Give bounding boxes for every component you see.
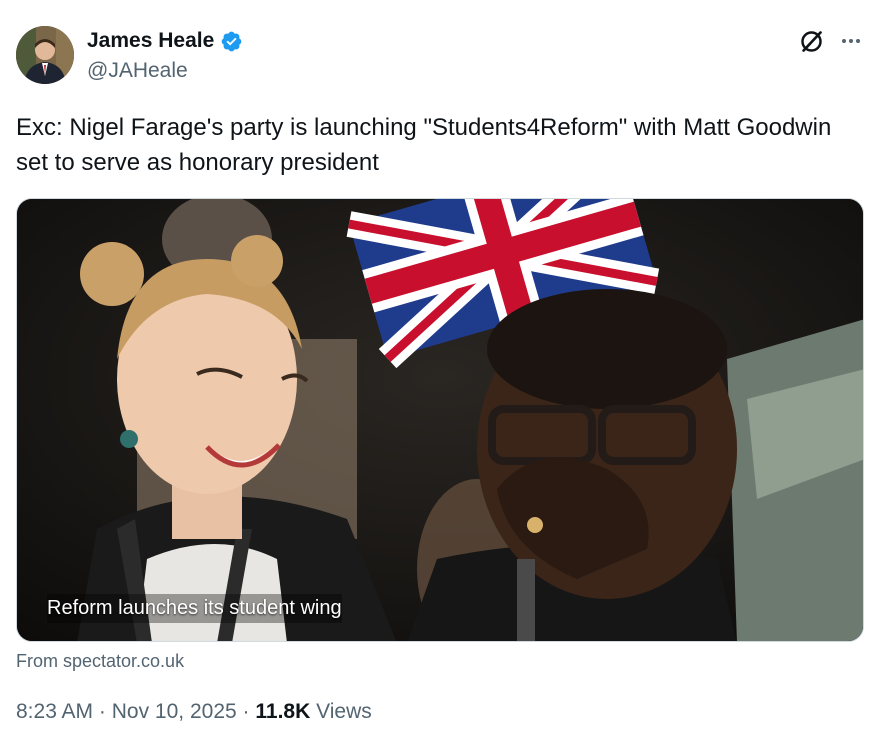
views-label: Views (316, 700, 372, 723)
grok-icon[interactable] (798, 28, 825, 55)
tweet-time[interactable]: 8:23 AM (16, 700, 93, 723)
author-handle[interactable]: @JAHeale (87, 59, 188, 83)
tweet-text: Exc: Nigel Farage's party is launching "… (16, 114, 832, 176)
tweet-meta: 8:23 AM · Nov 10, 2025 · 11.8K Views (16, 700, 372, 724)
photo-image (17, 199, 863, 641)
author-name[interactable]: James Heale (87, 29, 214, 53)
avatar-image (16, 26, 74, 84)
meta-separator: · (242, 700, 250, 723)
avatar[interactable] (16, 26, 74, 84)
meta-separator: · (98, 700, 106, 723)
views-count: 11.8K (255, 700, 311, 723)
tweet-date[interactable]: Nov 10, 2025 (112, 700, 237, 723)
author-name-row[interactable]: James Heale (87, 29, 243, 53)
more-icon[interactable] (838, 28, 864, 54)
link-source[interactable]: From spectator.co.uk (16, 651, 184, 672)
media-card[interactable]: Reform launches its student wing (16, 198, 864, 642)
verified-badge-icon[interactable] (220, 30, 243, 53)
media-caption: Reform launches its student wing (47, 594, 342, 623)
